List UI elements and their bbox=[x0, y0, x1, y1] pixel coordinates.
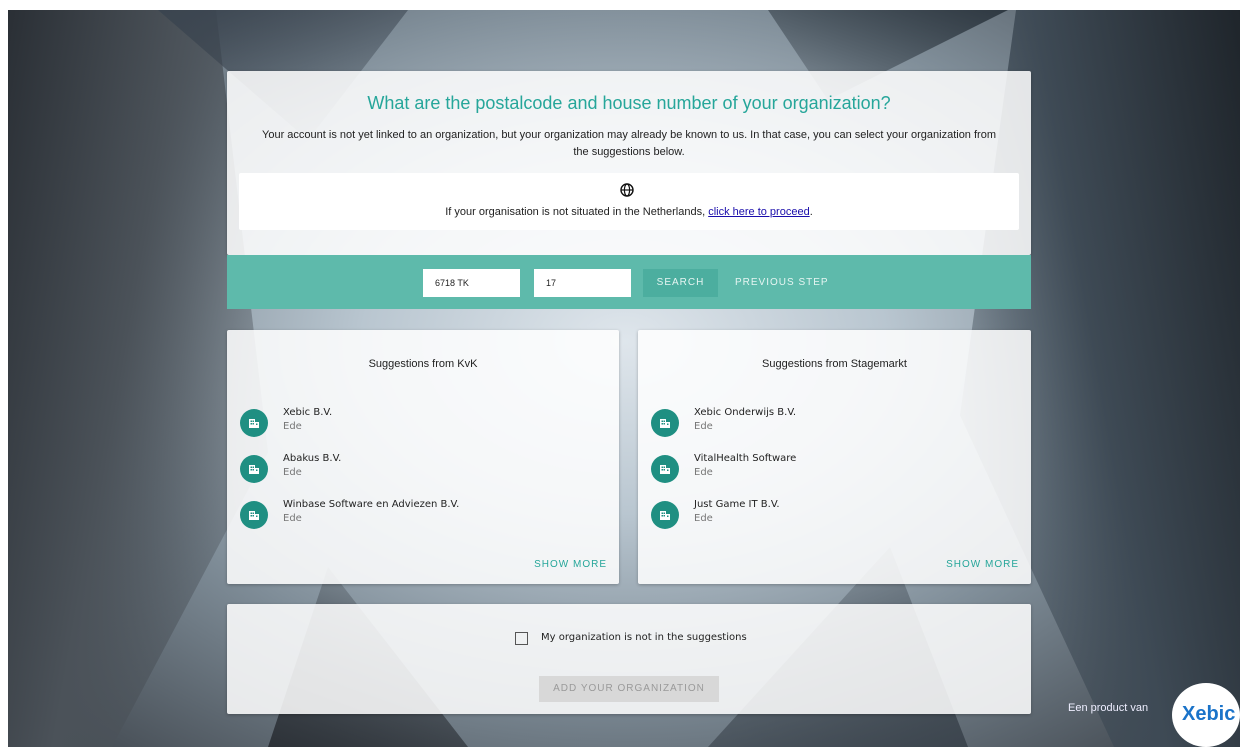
search-button[interactable]: SEARCH bbox=[643, 269, 718, 297]
item-name: Just Game IT B.V. bbox=[694, 499, 780, 510]
item-name: Xebic Onderwijs B.V. bbox=[694, 407, 797, 418]
item-name: Xebic B.V. bbox=[283, 407, 333, 418]
notice-text-after: . bbox=[809, 206, 813, 218]
avatar bbox=[651, 409, 679, 437]
building-icon bbox=[660, 465, 670, 474]
item-city: Ede bbox=[283, 513, 302, 524]
not-found-panel: My organization is not in the suggestion… bbox=[227, 604, 1031, 714]
top-frame bbox=[0, 0, 1240, 10]
notice-text-before: If your organisation is not situated in … bbox=[445, 206, 709, 218]
building-icon bbox=[660, 419, 670, 428]
show-more-button[interactable]: SHOW MORE bbox=[534, 559, 607, 570]
checkbox-label[interactable]: My organization is not in the suggestion… bbox=[541, 632, 747, 643]
xebic-logo[interactable]: Xebic bbox=[1172, 683, 1240, 747]
building-icon bbox=[249, 465, 259, 474]
item-name: Abakus B.V. bbox=[283, 453, 342, 464]
page-title: What are the postalcode and house number… bbox=[367, 93, 891, 113]
brand-tagline: Een product van bbox=[1068, 702, 1149, 714]
list-item[interactable]: VitalHealth Software Ede bbox=[651, 453, 1011, 487]
item-city: Ede bbox=[283, 421, 302, 432]
proceed-link[interactable]: click here to proceed bbox=[708, 206, 810, 218]
item-name: VitalHealth Software bbox=[694, 453, 797, 464]
intro-text: Your account is not yet linked to an org… bbox=[262, 129, 996, 158]
list-item[interactable]: Winbase Software en Adviezen B.V. Ede bbox=[240, 499, 600, 533]
postalcode-input[interactable] bbox=[423, 269, 520, 297]
logo-text: Xebic bbox=[1182, 703, 1236, 725]
globe-icon bbox=[620, 183, 634, 197]
list-item[interactable]: Xebic Onderwijs B.V. Ede bbox=[651, 407, 1011, 441]
notice-text: If your organisation is not situated in … bbox=[239, 206, 1019, 218]
item-city: Ede bbox=[283, 467, 302, 478]
stagemarkt-suggestions-card: Suggestions from Stagemarkt Xebic Onderw… bbox=[638, 330, 1031, 584]
list-item[interactable]: Xebic B.V. Ede bbox=[240, 407, 600, 441]
card-title: Suggestions from KvK bbox=[368, 358, 478, 370]
avatar bbox=[651, 455, 679, 483]
building-icon bbox=[660, 511, 670, 520]
add-organization-button[interactable]: ADD YOUR ORGANIZATION bbox=[539, 676, 719, 702]
item-city: Ede bbox=[694, 421, 713, 432]
card-title: Suggestions from Stagemarkt bbox=[762, 358, 907, 370]
item-name: Winbase Software en Adviezen B.V. bbox=[283, 499, 460, 510]
previous-step-button[interactable]: PREVIOUS STEP bbox=[727, 269, 837, 297]
left-frame bbox=[0, 0, 8, 747]
avatar bbox=[240, 455, 268, 483]
list-item[interactable]: Abakus B.V. Ede bbox=[240, 453, 600, 487]
show-more-button[interactable]: SHOW MORE bbox=[946, 559, 1019, 570]
list-item[interactable]: Just Game IT B.V. Ede bbox=[651, 499, 1011, 533]
item-city: Ede bbox=[694, 467, 713, 478]
building-icon bbox=[249, 511, 259, 520]
housenumber-input[interactable] bbox=[534, 269, 631, 297]
not-in-suggestions-checkbox[interactable] bbox=[515, 632, 528, 645]
foreign-notice: If your organisation is not situated in … bbox=[239, 173, 1019, 230]
avatar bbox=[240, 409, 268, 437]
avatar bbox=[651, 501, 679, 529]
building-icon bbox=[249, 419, 259, 428]
kvk-suggestions-card: Suggestions from KvK Xebic B.V. Ede Abak… bbox=[227, 330, 619, 584]
item-city: Ede bbox=[694, 513, 713, 524]
avatar bbox=[240, 501, 268, 529]
search-bar: SEARCH PREVIOUS STEP bbox=[227, 255, 1031, 309]
